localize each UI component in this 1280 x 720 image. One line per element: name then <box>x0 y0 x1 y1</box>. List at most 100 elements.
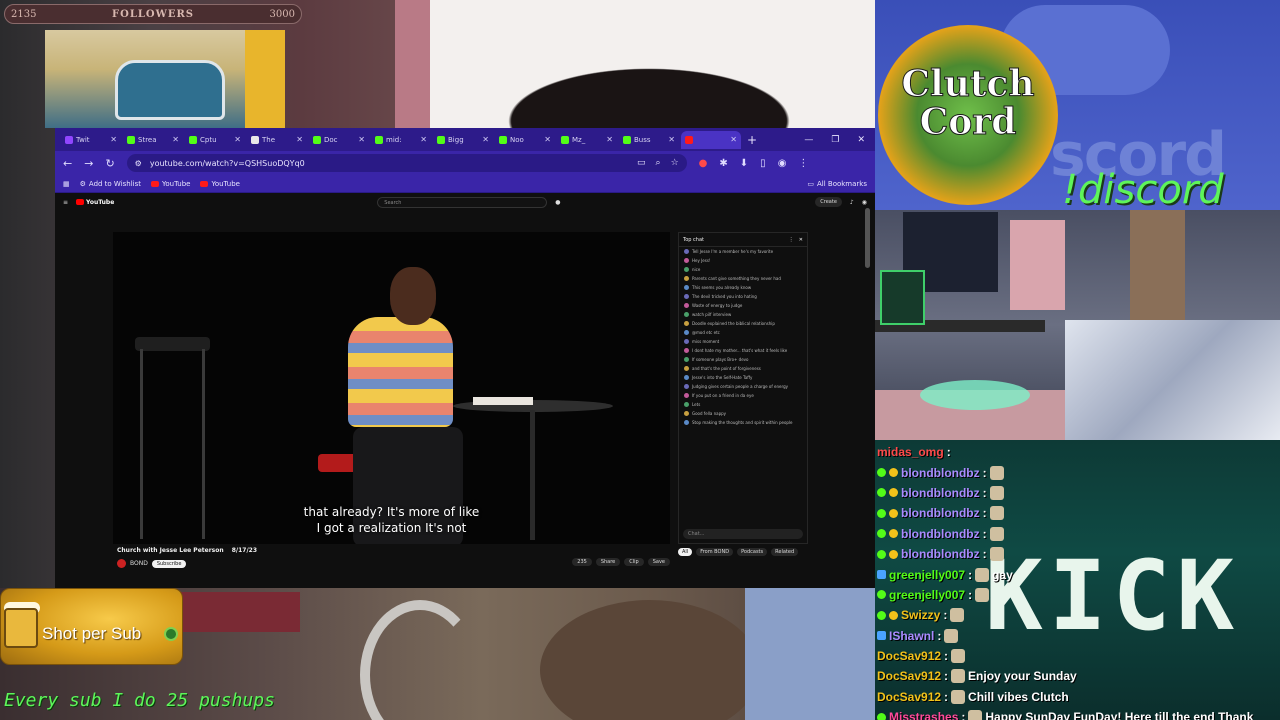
hamburger-icon[interactable]: ≡ <box>63 199 68 206</box>
all-bookmarks[interactable]: ▭ All Bookmarks <box>807 180 867 188</box>
chat-message: Parents cant give something they never h… <box>679 274 807 283</box>
chat-input[interactable]: Chat... <box>683 529 803 539</box>
close-tab-icon[interactable]: ✕ <box>606 135 613 144</box>
extension-icon[interactable]: ● <box>699 158 708 169</box>
browser-tab[interactable]: Strea ✕ <box>123 131 183 149</box>
badge-line-1: Clutch <box>901 63 1035 105</box>
chat-username[interactable]: DocSav912 <box>877 669 941 683</box>
browser-tab[interactable]: Twit ✕ <box>61 131 121 149</box>
browser-tab[interactable]: ✕ <box>681 130 741 149</box>
close-tab-icon[interactable]: ✕ <box>482 135 489 144</box>
chat-username[interactable]: blondblondbz <box>901 547 980 561</box>
back-icon[interactable]: ← <box>63 157 72 170</box>
close-tab-icon[interactable]: ✕ <box>110 135 117 144</box>
all-bookmarks-label: All Bookmarks <box>816 179 867 188</box>
chat-username[interactable]: Swizzy <box>901 608 940 622</box>
bookmark-youtube-1[interactable]: YouTube <box>151 180 190 188</box>
channel-name[interactable]: BOND <box>130 560 148 567</box>
chip-all[interactable]: All <box>678 548 693 556</box>
chat-username[interactable]: greenjelly007 <box>889 588 965 602</box>
close-tab-icon[interactable]: ✕ <box>668 135 675 144</box>
address-bar[interactable]: ⚙ youtube.com/watch?v=QSHSuoDQYq0 ▭ ⌕ ☆ <box>126 154 687 172</box>
sidepanel-icon[interactable]: ▯ <box>760 158 766 169</box>
emote-icon <box>975 567 990 582</box>
browser-tab[interactable]: Bigg ✕ <box>433 131 493 149</box>
bookmark-add-to-wishlist[interactable]: ⚙ Add to Wishlist <box>80 180 141 188</box>
chat-username[interactable]: midas_omg <box>877 445 944 459</box>
chat-scrollbar[interactable] <box>865 208 870 268</box>
close-tab-icon[interactable]: ✕ <box>172 135 179 144</box>
chat-username[interactable]: blondblondbz <box>901 506 980 520</box>
reload-icon[interactable]: ↻ <box>105 157 114 170</box>
youtube-search-input[interactable]: Search <box>377 196 548 208</box>
chat-avatar <box>684 312 689 317</box>
site-info-icon[interactable]: ⚙ <box>135 159 142 168</box>
chat-separator: : <box>968 567 973 582</box>
star-icon[interactable]: ☆ <box>671 158 679 168</box>
notifications-icon[interactable]: ♪ <box>850 199 854 206</box>
video-player[interactable]: that already? It's more of like I got a … <box>113 232 670 544</box>
cast-icon[interactable]: ▭ <box>637 158 646 168</box>
chat-title[interactable]: Top chat <box>683 237 704 243</box>
close-tab-icon[interactable]: ✕ <box>358 135 365 144</box>
window-controls: — ❐ ✕ <box>804 135 875 145</box>
chat-username[interactable]: blondblondbz <box>901 486 980 500</box>
clutch-cord-text: Clutch Cord <box>878 63 1058 142</box>
browser-tab[interactable]: Noo ✕ <box>495 131 555 149</box>
forward-icon[interactable]: → <box>84 157 93 170</box>
wishlist-icon: ⚙ <box>79 179 86 188</box>
mic-icon[interactable]: ● <box>555 199 560 206</box>
chat-username[interactable]: DocSav912 <box>877 690 941 704</box>
chat-username[interactable]: IShawnl <box>889 629 934 643</box>
youtube-header: ≡ YouTube Search ● Create ♪ ◉ <box>55 193 875 211</box>
chat-message-text: Parents cant give something they never h… <box>692 276 781 281</box>
related-panel: All From BOND Podcasts Related <box>678 548 808 559</box>
create-button[interactable]: Create <box>815 197 842 207</box>
chat-separator: : <box>943 608 948 623</box>
chat-message: Good fella nappy <box>679 409 807 418</box>
chat-username[interactable]: Misstrashes <box>889 710 958 720</box>
browser-tab[interactable]: Cptu ✕ <box>185 131 245 149</box>
account-avatar[interactable]: ◉ <box>862 199 867 206</box>
maximize-icon[interactable]: ❐ <box>831 135 839 145</box>
browser-tab[interactable]: mid: ✕ <box>371 131 431 149</box>
download-icon[interactable]: ⬇ <box>740 158 748 169</box>
close-tab-icon[interactable]: ✕ <box>730 135 737 144</box>
chat-username[interactable]: DocSav912 <box>877 649 941 663</box>
browser-tab[interactable]: Buss ✕ <box>619 131 679 149</box>
chip-related[interactable]: Related <box>771 548 799 556</box>
chip-podcasts[interactable]: Podcasts <box>737 548 768 556</box>
browser-tab[interactable]: Doc ✕ <box>309 131 369 149</box>
channel-avatar[interactable] <box>117 559 126 568</box>
zoom-icon[interactable]: ⌕ <box>656 158 661 168</box>
tab-strip: Twit ✕ Strea ✕ Cptu ✕ The ✕ Doc ✕ mid: ✕ Bigg ✕ Noo ✕ Mz… <box>55 128 875 151</box>
close-chat-icon[interactable]: ✕ <box>799 237 803 243</box>
bookmark-youtube-2[interactable]: YouTube <box>200 180 240 188</box>
browser-tab[interactable]: The ✕ <box>247 131 307 149</box>
close-window-icon[interactable]: ✕ <box>857 135 865 145</box>
clip-button[interactable]: Clip <box>624 558 644 566</box>
subscribe-button[interactable]: Subscribe <box>151 559 187 568</box>
related-chips: All From BOND Podcasts Related <box>678 548 808 556</box>
share-button[interactable]: Share <box>595 558 621 566</box>
menu-icon[interactable]: ⋮ <box>798 158 808 169</box>
close-tab-icon[interactable]: ✕ <box>296 135 303 144</box>
like-button[interactable]: 235 <box>572 558 592 566</box>
puzzle-icon[interactable]: ✱ <box>719 158 727 169</box>
apps-icon[interactable]: ▦ <box>63 180 70 188</box>
new-tab-button[interactable]: + <box>743 133 761 147</box>
chat-username[interactable]: blondblondbz <box>901 466 980 480</box>
chat-username[interactable]: greenjelly007 <box>889 568 965 582</box>
chat-username[interactable]: blondblondbz <box>901 527 980 541</box>
chip-from-channel[interactable]: From BOND <box>696 548 734 556</box>
profile-icon[interactable]: ◉ <box>778 158 787 169</box>
close-tab-icon[interactable]: ✕ <box>234 135 241 144</box>
minimize-icon[interactable]: — <box>804 135 813 145</box>
close-tab-icon[interactable]: ✕ <box>544 135 551 144</box>
url-text[interactable]: youtube.com/watch?v=QSHSuoDQYq0 <box>150 159 305 168</box>
browser-tab[interactable]: Mz_ ✕ <box>557 131 617 149</box>
youtube-logo[interactable]: YouTube <box>76 199 114 206</box>
close-tab-icon[interactable]: ✕ <box>420 135 427 144</box>
save-button[interactable]: Save <box>647 558 670 566</box>
more-icon[interactable]: ⋮ <box>789 237 794 243</box>
